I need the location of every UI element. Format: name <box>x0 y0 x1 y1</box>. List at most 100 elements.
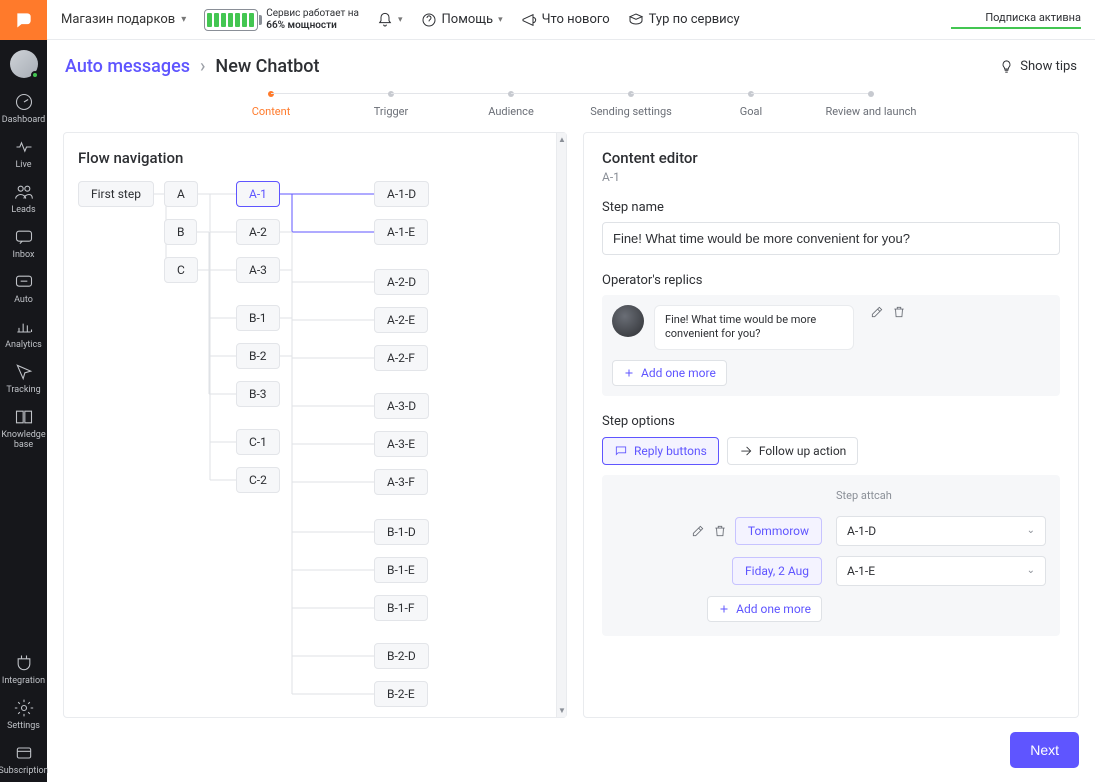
replics-label: Operator's replics <box>602 273 1060 288</box>
flow-node-c-1[interactable]: C-1 <box>236 429 280 455</box>
nav-leads[interactable]: Leads <box>0 176 47 221</box>
chevron-down-icon: ▾ <box>181 14 186 25</box>
nav-knowledge-label: Knowledge base <box>0 430 47 450</box>
stepname-input[interactable] <box>602 222 1060 255</box>
editor-subtitle: A-1 <box>602 170 1060 184</box>
flow-node-b-3[interactable]: B-3 <box>236 381 280 407</box>
chevron-down-icon: ⌄ <box>1027 565 1035 576</box>
reply-chip-1[interactable]: Tommorow <box>735 517 822 545</box>
whatsnew-button[interactable]: Что нового <box>521 12 610 28</box>
step-audience[interactable]: Audience <box>451 91 571 118</box>
tab-reply-label: Reply buttons <box>634 444 707 458</box>
tour-label: Тур по сервису <box>649 12 740 27</box>
attach-select-1-value: A-1-D <box>847 524 876 538</box>
nav-integration-label: Integration <box>2 676 45 686</box>
nav-subscription-label: Subscription <box>0 766 49 776</box>
nav-inbox[interactable]: Inbox <box>0 221 47 266</box>
help-button[interactable]: Помощь ▾ <box>421 12 503 28</box>
trash-icon[interactable] <box>713 524 727 538</box>
flow-navigation-panel: Flow navigation First stepABCA-1A-2A-3B-… <box>63 132 567 718</box>
step-attach-label: Step attcah <box>836 489 1046 502</box>
nav-inbox-label: Inbox <box>13 250 35 260</box>
nav-dashboard[interactable]: Dashboard <box>0 86 47 131</box>
nav-leads-label: Leads <box>11 205 35 215</box>
nav-auto-label: Auto <box>14 295 33 305</box>
nav-settings[interactable]: Settings <box>0 692 49 737</box>
step-content[interactable]: Content <box>211 91 331 118</box>
nav-knowledge[interactable]: Knowledge base <box>0 401 47 456</box>
step-goal[interactable]: Goal <box>691 91 811 118</box>
flow-node-b-1-e[interactable]: B-1-E <box>374 557 428 583</box>
whatsnew-label: Что нового <box>542 12 610 27</box>
flow-node-a-2-f[interactable]: A-2-F <box>374 345 428 371</box>
flow-node-a-1-d[interactable]: A-1-D <box>374 181 429 207</box>
flow-node-a-3-f[interactable]: A-3-F <box>374 469 428 495</box>
attach-select-2[interactable]: A-1-E ⌄ <box>836 556 1046 586</box>
edit-icon[interactable] <box>870 305 884 319</box>
nav-settings-label: Settings <box>7 721 40 731</box>
subscription-status[interactable]: Подписка активна <box>951 11 1081 29</box>
flow-node-b-1[interactable]: B-1 <box>236 305 280 331</box>
flow-node-b-1-d[interactable]: B-1-D <box>374 519 429 545</box>
store-selector-label: Магазин подарков <box>61 12 175 27</box>
app-logo[interactable] <box>0 0 47 40</box>
tour-button[interactable]: Тур по сервису <box>628 12 740 28</box>
flow-node-a-1-e[interactable]: A-1-E <box>374 219 428 245</box>
nav-tracking[interactable]: Tracking <box>0 356 47 401</box>
nav-auto[interactable]: Auto <box>0 266 47 311</box>
subscription-label: Подписка активна <box>985 11 1081 27</box>
replic-bubble[interactable]: Fine! What time would be more convenient… <box>654 305 854 350</box>
nav-live-label: Live <box>15 160 31 170</box>
flow-node-b-2[interactable]: B-2 <box>236 343 280 369</box>
step-trigger[interactable]: Trigger <box>331 91 451 118</box>
next-button[interactable]: Next <box>1010 732 1079 768</box>
scrollbar[interactable]: ▲ ▼ <box>556 133 566 717</box>
nav-live[interactable]: Live <box>0 131 47 176</box>
nav-analytics-label: Analytics <box>5 340 42 350</box>
stepname-label: Step name <box>602 200 1060 215</box>
edit-icon[interactable] <box>691 524 705 538</box>
flow-node-a-3-d[interactable]: A-3-D <box>374 393 429 419</box>
tab-follow-up[interactable]: Follow up action <box>727 437 858 465</box>
flow-node-b-2-e[interactable]: B-2-E <box>374 681 428 707</box>
battery-icon <box>204 9 258 31</box>
options-label: Step options <box>602 414 1060 429</box>
store-selector[interactable]: Магазин подарков ▾ <box>61 12 186 27</box>
flow-node-b-1-f[interactable]: B-1-F <box>374 595 428 621</box>
add-reply-label: Add one more <box>736 602 811 616</box>
reply-chip-2[interactable]: Fiday, 2 Aug <box>732 557 822 585</box>
tab-reply-buttons[interactable]: Reply buttons <box>602 437 719 465</box>
breadcrumb-current: New Chatbot <box>215 56 319 77</box>
attach-select-1[interactable]: A-1-D ⌄ <box>836 516 1046 546</box>
flow-node-b[interactable]: B <box>164 219 197 245</box>
flow-node-a-3[interactable]: A-3 <box>236 257 280 283</box>
avatar[interactable] <box>10 50 38 78</box>
add-reply-button[interactable]: Add one more <box>707 596 822 622</box>
flow-node-c[interactable]: C <box>164 257 198 283</box>
show-tips-button[interactable]: Show tips <box>999 59 1077 74</box>
breadcrumb-auto-messages[interactable]: Auto messages <box>65 56 190 77</box>
nav-integration[interactable]: Integration <box>0 647 49 692</box>
flow-node-first-step[interactable]: First step <box>78 181 154 207</box>
trash-icon[interactable] <box>892 305 906 319</box>
flow-node-a[interactable]: A <box>164 181 198 207</box>
flow-node-a-1[interactable]: A-1 <box>236 181 280 207</box>
scroll-up-icon[interactable]: ▲ <box>558 135 566 144</box>
notifications-button[interactable]: ▾ <box>377 12 403 28</box>
nav-subscription[interactable]: Subscription <box>0 737 49 782</box>
subscription-bar <box>951 27 1081 29</box>
step-sending[interactable]: Sending settings <box>571 91 691 118</box>
flow-node-a-3-e[interactable]: A-3-E <box>374 431 428 457</box>
flow-node-a-2-d[interactable]: A-2-D <box>374 269 429 295</box>
scroll-down-icon[interactable]: ▼ <box>558 706 566 715</box>
help-label: Помощь <box>442 12 494 27</box>
nav-analytics[interactable]: Analytics <box>0 311 47 356</box>
flow-node-b-2-d[interactable]: B-2-D <box>374 643 429 669</box>
show-tips-label: Show tips <box>1020 59 1077 74</box>
step-review[interactable]: Review and launch <box>811 91 931 118</box>
flow-node-c-2[interactable]: C-2 <box>236 467 280 493</box>
add-replic-button[interactable]: Add one more <box>612 360 727 386</box>
chevron-down-icon: ⌄ <box>1027 525 1035 536</box>
flow-node-a-2-e[interactable]: A-2-E <box>374 307 428 333</box>
flow-node-a-2[interactable]: A-2 <box>236 219 280 245</box>
